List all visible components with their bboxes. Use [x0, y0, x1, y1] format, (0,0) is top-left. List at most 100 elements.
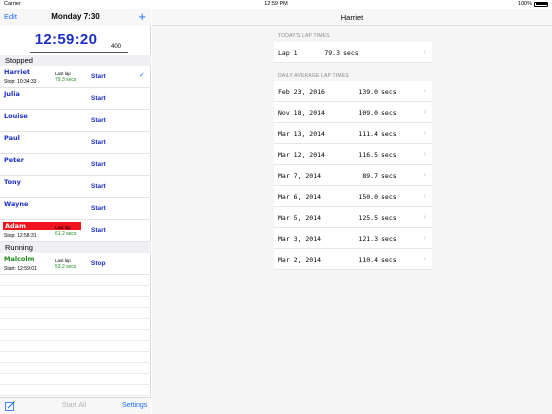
runner-start-time: Start: 12:59:01 — [4, 266, 37, 272]
average-unit: secs — [381, 256, 397, 264]
daily-average-row[interactable]: Mar 3, 2014 121.3 secs › — [274, 228, 432, 249]
section-stopped: Stopped — [0, 55, 151, 66]
runner-name: Louise — [4, 112, 28, 120]
average-unit: secs — [381, 109, 397, 117]
start-button[interactable]: Start — [91, 95, 106, 102]
runner-row-peter[interactable]: Peter Start — [0, 154, 151, 176]
date-label: Mar 12, 2014 — [278, 151, 325, 159]
date-label: Mar 3, 2014 — [278, 235, 322, 243]
runner-name: Paul — [4, 134, 20, 142]
runner-row-julia[interactable]: Julia Start — [0, 88, 151, 110]
settings-button[interactable]: Settings — [122, 402, 147, 409]
runner-row-paul[interactable]: Paul Start — [0, 132, 151, 154]
date-label: Nov 18, 2014 — [278, 109, 325, 117]
daily-average-header: DAILY AVERAGE LAP TIMES — [278, 73, 349, 79]
date-label: Mar 5, 2014 — [278, 214, 322, 222]
right-navbar: Harriet — [152, 9, 552, 26]
average-unit: secs — [381, 88, 397, 96]
status-time: 12:59 PM — [264, 1, 288, 7]
start-button[interactable]: Start — [91, 161, 106, 168]
empty-row — [0, 275, 151, 286]
runner-name: Harriet — [4, 68, 30, 76]
daily-average-row[interactable]: Mar 7, 2014 89.7 secs › — [274, 165, 432, 186]
daily-average-row[interactable]: Mar 12, 2014 116.5 secs › — [274, 144, 432, 165]
last-lap-label: Last lap — [55, 225, 71, 230]
average-value: 116.5 — [358, 151, 378, 159]
runner-row-adam[interactable]: Adam Stop: 12:58:31 Last lap 61.2 secs S… — [0, 220, 151, 242]
daily-average-row[interactable]: Mar 6, 2014 150.0 secs › — [274, 186, 432, 207]
daily-average-row[interactable]: Mar 5, 2014 125.5 secs › — [274, 207, 432, 228]
status-bar: Carrier 12:59 PM 100% — [0, 0, 552, 9]
runner-name: Malcolm — [4, 255, 35, 263]
average-value: 89.7 — [362, 172, 378, 180]
session-title: Monday 7:30 — [51, 12, 100, 21]
section-running: Running — [0, 242, 151, 253]
runner-list-pane: Edit Monday 7:30 + 12:59:20 400 Stopped … — [0, 9, 151, 414]
last-lap-label: Last lap — [55, 258, 71, 263]
daily-average-row[interactable]: Feb 23, 2016 139.0 secs › — [274, 81, 432, 102]
empty-row — [0, 385, 151, 396]
chevron-right-icon: › — [423, 128, 426, 137]
start-button[interactable]: Start — [91, 117, 106, 124]
empty-row — [0, 363, 151, 374]
date-label: Mar 2, 2014 — [278, 256, 322, 264]
runner-stop-time: Stop: 12:58:31 — [4, 233, 37, 239]
chevron-right-icon: › — [423, 86, 426, 95]
add-runner-button[interactable]: + — [138, 9, 146, 24]
lap-label: Lap 1 — [278, 49, 298, 57]
runner-name: Tony — [4, 178, 21, 186]
runner-row-tony[interactable]: Tony Start — [0, 176, 151, 198]
runner-stop-time: Stop: 10:34:33 — [4, 79, 37, 85]
runner-row-malcolm[interactable]: Malcolm Start: 12:59:01 Last lap 53.2 se… — [0, 253, 151, 275]
empty-row — [0, 297, 151, 308]
runner-row-louise[interactable]: Louise Start — [0, 110, 151, 132]
empty-row — [0, 352, 151, 363]
left-toolbar: Start All Settings — [0, 397, 151, 414]
runner-title: Harriet — [340, 13, 364, 22]
chevron-right-icon: › — [423, 254, 426, 263]
distance-field[interactable]: 400 — [111, 44, 121, 50]
daily-average-row[interactable]: Nov 18, 2014 109.0 secs › — [274, 102, 432, 123]
lap-detail-pane: Harriet TODAY'S LAP TIMES Lap 1 79.3 sec… — [152, 9, 552, 414]
average-unit: secs — [381, 172, 397, 180]
date-label: Mar 6, 2014 — [278, 193, 322, 201]
runner-name: Peter — [4, 156, 24, 164]
runner-row-wayne[interactable]: Wayne Start — [0, 198, 151, 220]
last-lap-time: 53.2 secs — [55, 264, 77, 270]
lap-time-row[interactable]: Lap 1 79.3 secs › — [274, 42, 432, 63]
runner-name: Julia — [4, 90, 20, 98]
battery-percent: 100% — [517, 1, 532, 7]
chevron-right-icon: › — [423, 47, 426, 56]
start-button[interactable]: Start — [91, 205, 106, 212]
start-button[interactable]: Start — [91, 139, 106, 146]
empty-row — [0, 341, 151, 352]
left-navbar: Edit Monday 7:30 + — [0, 9, 151, 26]
average-value: 110.4 — [358, 256, 378, 264]
average-unit: secs — [381, 214, 397, 222]
stop-button[interactable]: Stop — [91, 260, 105, 267]
average-value: 121.3 — [358, 235, 378, 243]
average-unit: secs — [381, 193, 397, 201]
chevron-right-icon: › — [423, 191, 426, 200]
runner-row-harriet[interactable]: Harriet Stop: 10:34:33 Last lap 79.3 sec… — [0, 66, 151, 88]
runner-name: Wayne — [4, 200, 29, 208]
chevron-right-icon: › — [423, 170, 426, 179]
start-button[interactable]: Start — [91, 183, 106, 190]
start-button[interactable]: Start — [91, 227, 106, 234]
average-value: 125.5 — [358, 214, 378, 222]
start-button[interactable]: Start — [91, 73, 106, 80]
compose-icon[interactable] — [5, 401, 15, 411]
date-label: Mar 7, 2014 — [278, 172, 322, 180]
empty-row — [0, 286, 151, 297]
lap-value: 79.3 — [324, 49, 340, 57]
date-label: Feb 23, 2016 — [278, 88, 325, 96]
chevron-right-icon: › — [423, 149, 426, 158]
average-value: 150.0 — [358, 193, 378, 201]
daily-average-row[interactable]: Mar 13, 2014 111.4 secs › — [274, 123, 432, 144]
daily-average-row[interactable]: Mar 2, 2014 110.4 secs › — [274, 249, 432, 270]
start-all-button[interactable]: Start All — [62, 402, 86, 409]
checkmark-icon: ✓ — [139, 72, 145, 79]
lap-unit: secs — [343, 49, 359, 57]
average-unit: secs — [381, 130, 397, 138]
chevron-right-icon: › — [423, 212, 426, 221]
